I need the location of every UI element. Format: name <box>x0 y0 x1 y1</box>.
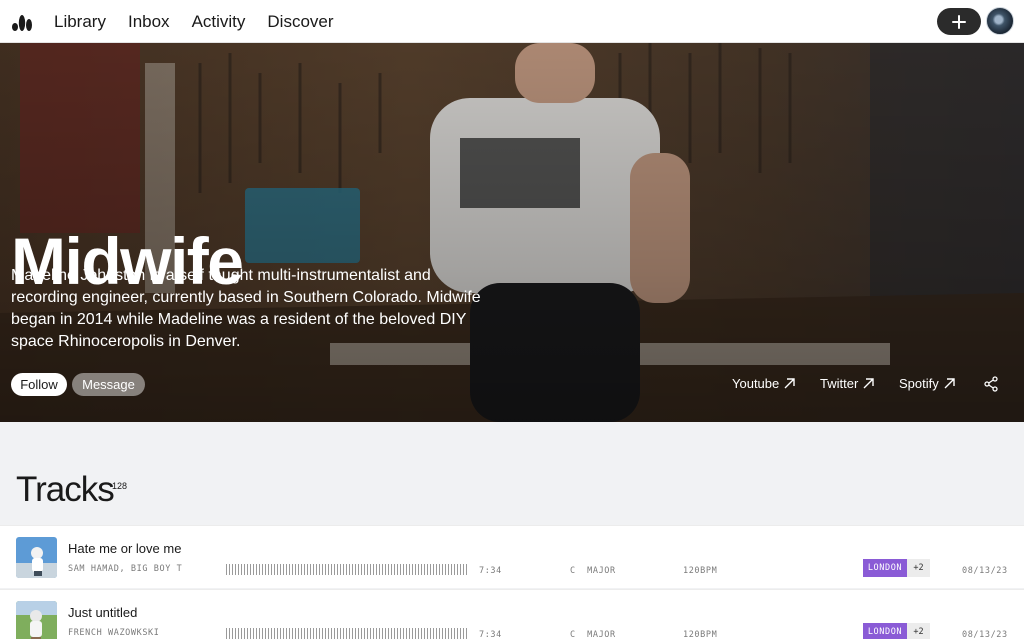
track-key: C MAJOR <box>570 566 616 576</box>
youtube-link[interactable]: Youtube <box>732 376 795 391</box>
track-title[interactable]: Hate me or love me <box>68 541 181 556</box>
track-row[interactable]: Just untitled FRENCH WAZOWKSKI 7:34 C MA… <box>0 589 1024 639</box>
nav-inbox[interactable]: Inbox <box>128 12 170 32</box>
track-artwork <box>16 601 57 639</box>
arrow-up-right-icon <box>784 378 795 389</box>
track-bpm: 120BPM <box>683 630 718 639</box>
more-tags-badge[interactable]: +2 <box>907 559 930 577</box>
tracks-heading: Tracks <box>16 470 115 509</box>
logo-icon[interactable] <box>11 10 33 32</box>
track-row[interactable]: Hate me or love me SAM HAMAD, BIG BOY T … <box>0 525 1024 588</box>
message-button[interactable]: Message <box>72 373 145 396</box>
location-badge[interactable]: LONDON <box>863 559 907 577</box>
track-duration: 7:34 <box>479 630 502 639</box>
top-nav: Library Inbox Activity Discover <box>0 0 1024 43</box>
share-icon[interactable] <box>983 376 999 392</box>
arrow-up-right-icon <box>863 378 874 389</box>
tracks-count: 128 <box>112 481 128 491</box>
more-tags-badge[interactable]: +2 <box>907 623 930 639</box>
track-artists[interactable]: SAM HAMAD, BIG BOY T <box>68 564 182 574</box>
user-avatar[interactable] <box>986 7 1014 35</box>
spotify-link[interactable]: Spotify <box>899 376 955 391</box>
track-waveform[interactable] <box>226 628 469 639</box>
artist-bio: Madeline Johnston is a self taught multi… <box>11 267 481 350</box>
twitter-link[interactable]: Twitter <box>820 376 874 391</box>
twitter-link-label: Twitter <box>820 376 859 391</box>
location-badge[interactable]: LONDON <box>863 623 907 639</box>
track-waveform[interactable] <box>226 564 469 575</box>
track-duration: 7:34 <box>479 566 502 576</box>
arrow-up-right-icon <box>944 378 955 389</box>
nav-library[interactable]: Library <box>54 12 106 32</box>
youtube-link-label: Youtube <box>732 376 780 391</box>
spotify-link-label: Spotify <box>899 376 939 391</box>
track-artwork <box>16 537 57 578</box>
follow-button[interactable]: Follow <box>11 373 67 396</box>
track-title[interactable]: Just untitled <box>68 605 137 620</box>
plus-icon <box>952 14 966 29</box>
nav-activity[interactable]: Activity <box>192 12 246 32</box>
track-artists[interactable]: FRENCH WAZOWKSKI <box>68 628 159 638</box>
nav-discover[interactable]: Discover <box>267 12 333 32</box>
artist-hero: Midwife Madeline Johnston is a self taug… <box>0 43 1024 422</box>
track-date: 08/13/23 <box>962 630 1008 639</box>
add-button[interactable] <box>937 8 981 35</box>
track-key: C MAJOR <box>570 630 616 639</box>
track-date: 08/13/23 <box>962 566 1008 576</box>
track-bpm: 120BPM <box>683 566 718 576</box>
